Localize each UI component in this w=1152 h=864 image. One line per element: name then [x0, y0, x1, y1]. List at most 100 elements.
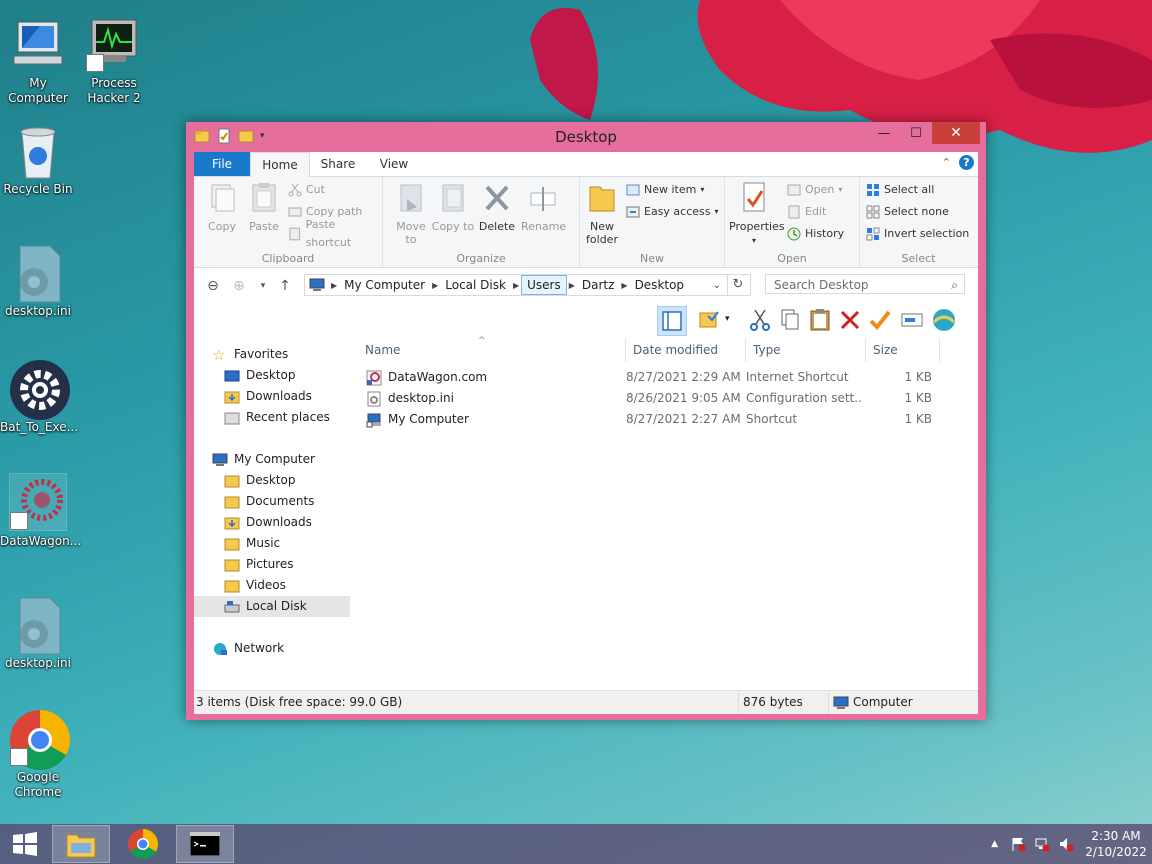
table-row[interactable]: desktop.ini 8/26/2021 9:05 AM Configurat…: [358, 388, 978, 409]
paste-shortcut-button[interactable]: Paste shortcut: [288, 218, 382, 249]
nav-computer-desktop[interactable]: Desktop: [224, 470, 296, 491]
nav-label: Downloads: [246, 389, 312, 403]
nav-network[interactable]: Network: [212, 638, 284, 659]
copy-to-button[interactable]: Copy to: [431, 181, 475, 233]
nav-favorites-desktop[interactable]: Desktop: [224, 365, 296, 386]
desktop-icon-recycle-bin[interactable]: Recycle Bin: [0, 122, 76, 197]
taskbar-command-prompt[interactable]: [176, 825, 234, 863]
shell-globe-icon[interactable]: [932, 308, 956, 332]
desktop-icon-bat-to-exe[interactable]: Bat_To_Exe...: [0, 360, 78, 435]
tab-home[interactable]: Home: [250, 152, 310, 178]
minimize-button[interactable]: —: [868, 122, 900, 144]
delete-button[interactable]: Delete: [475, 181, 519, 233]
desktop-icon-desktop-ini-2[interactable]: desktop.ini: [0, 596, 76, 671]
copy-button[interactable]: Copy: [200, 181, 244, 233]
nav-computer-documents[interactable]: Documents: [224, 491, 314, 512]
invert-selection-label: Invert selection: [884, 227, 970, 240]
easy-access-button[interactable]: Easy access ▾: [626, 203, 719, 221]
explorer-window: ▾ Desktop — ☐ ✕ File Home Share View ⌃ ?: [186, 122, 986, 720]
chevron-down-icon[interactable]: ▾: [725, 314, 730, 324]
nav-computer-downloads[interactable]: Downloads: [224, 512, 312, 533]
scissors-icon[interactable]: [748, 308, 772, 332]
select-none-button[interactable]: Select none: [866, 203, 949, 221]
open-button[interactable]: Open ▾: [787, 181, 842, 199]
chevron-down-icon[interactable]: ⌄: [713, 280, 721, 291]
breadcrumb-dartz[interactable]: Dartz: [577, 276, 620, 294]
nav-favorites-recent[interactable]: Recent places: [224, 407, 330, 428]
nav-computer-pictures[interactable]: Pictures: [224, 554, 294, 575]
nav-my-computer[interactable]: My Computer: [212, 449, 315, 470]
network-status-icon[interactable]: [1034, 836, 1050, 852]
maximize-button[interactable]: ☐: [900, 122, 932, 144]
copy-icon[interactable]: [778, 308, 802, 332]
rename-label: Rename: [521, 220, 567, 233]
table-row[interactable]: DataWagon.com 8/27/2021 2:29 AM Internet…: [358, 367, 978, 388]
select-all-button[interactable]: Select all: [866, 181, 934, 199]
videos-folder-icon: [224, 580, 240, 592]
cut-label: Cut: [306, 183, 325, 196]
properties-button[interactable]: Properties ▾: [729, 181, 785, 247]
taskbar-chrome[interactable]: [114, 825, 172, 863]
forward-button[interactable]: ⊕: [228, 276, 250, 296]
computer-icon: [309, 278, 325, 291]
search-input[interactable]: Search Desktop ⌕: [765, 274, 965, 294]
help-button[interactable]: ?: [959, 155, 974, 170]
shortcut-arrow-icon: [10, 512, 28, 530]
desktop-icon-process-hacker[interactable]: Process Hacker 2: [76, 16, 152, 106]
nav-computer-music[interactable]: Music: [224, 533, 280, 554]
new-folder-button[interactable]: New folder: [580, 181, 624, 246]
recent-locations-button[interactable]: ▾: [252, 276, 274, 296]
address-bar[interactable]: ▶ My Computer ▶ Local Disk ▶ Users ▶ Dar…: [304, 274, 728, 296]
column-header-name[interactable]: Name ^: [358, 336, 626, 362]
copy-icon: [211, 184, 235, 212]
checkmark-icon[interactable]: [868, 308, 892, 332]
nav-computer-videos[interactable]: Videos: [224, 575, 286, 596]
rename-icon[interactable]: [900, 308, 924, 332]
new-item-button[interactable]: New item ▾: [626, 181, 704, 199]
delete-x-icon[interactable]: [838, 308, 862, 332]
view-options-icon[interactable]: [698, 308, 722, 332]
up-button[interactable]: ↑: [274, 276, 296, 296]
close-button[interactable]: ✕: [932, 122, 980, 144]
table-row[interactable]: My Computer 8/27/2021 2:27 AM Shortcut 1…: [358, 409, 978, 430]
tab-view[interactable]: View: [370, 152, 418, 176]
ribbon-right-controls: ⌃ ?: [942, 155, 974, 170]
taskbar-file-explorer[interactable]: [52, 825, 110, 863]
invert-selection-button[interactable]: Invert selection: [866, 225, 969, 243]
desktop-icon-datawagon[interactable]: DataWagon...: [0, 473, 81, 549]
show-hidden-icons-icon[interactable]: ▲: [991, 839, 998, 849]
nav-label: Music: [246, 536, 281, 550]
history-button[interactable]: History: [787, 225, 844, 243]
breadcrumb-users[interactable]: Users: [521, 275, 567, 295]
column-header-date[interactable]: Date modified: [626, 338, 746, 362]
tab-share[interactable]: Share: [312, 152, 364, 176]
cut-button[interactable]: Cut: [288, 181, 325, 199]
back-button[interactable]: ⊖: [202, 276, 224, 296]
desktop-icon-google-chrome[interactable]: Google Chrome: [0, 710, 76, 800]
preview-pane-icon[interactable]: [657, 306, 687, 336]
edit-button[interactable]: Edit: [787, 203, 826, 221]
volume-muted-icon[interactable]: [1058, 836, 1074, 852]
action-center-flag-icon[interactable]: [1010, 836, 1026, 852]
paste-icon[interactable]: [808, 308, 832, 332]
breadcrumb-desktop[interactable]: Desktop: [630, 276, 690, 294]
refresh-button[interactable]: ↻: [726, 274, 751, 296]
desktop-icon-my-computer[interactable]: My Computer: [0, 16, 76, 106]
breadcrumb-my-computer[interactable]: My Computer: [339, 276, 430, 294]
chevron-up-icon[interactable]: ⌃: [942, 156, 951, 169]
desktop-icon-desktop-ini[interactable]: desktop.ini: [0, 244, 76, 319]
start-button[interactable]: [0, 825, 50, 863]
title-bar[interactable]: ▾ Desktop — ☐ ✕: [186, 122, 986, 152]
nav-favorites-downloads[interactable]: Downloads: [224, 386, 312, 407]
paste-button[interactable]: Paste: [242, 181, 286, 233]
move-to-button[interactable]: Move to: [389, 181, 433, 246]
nav-computer-local-disk[interactable]: Local Disk: [194, 596, 350, 617]
nav-favorites[interactable]: ☆ Favorites: [212, 344, 288, 365]
tab-file[interactable]: File: [194, 152, 250, 176]
rename-button[interactable]: Rename: [521, 181, 567, 233]
invert-selection-icon: [866, 227, 880, 241]
column-header-type[interactable]: Type: [746, 338, 866, 362]
breadcrumb-local-disk[interactable]: Local Disk: [440, 276, 511, 294]
column-header-size[interactable]: Size: [866, 338, 940, 362]
clock[interactable]: 2:30 AM 2/10/2022: [1080, 828, 1152, 860]
